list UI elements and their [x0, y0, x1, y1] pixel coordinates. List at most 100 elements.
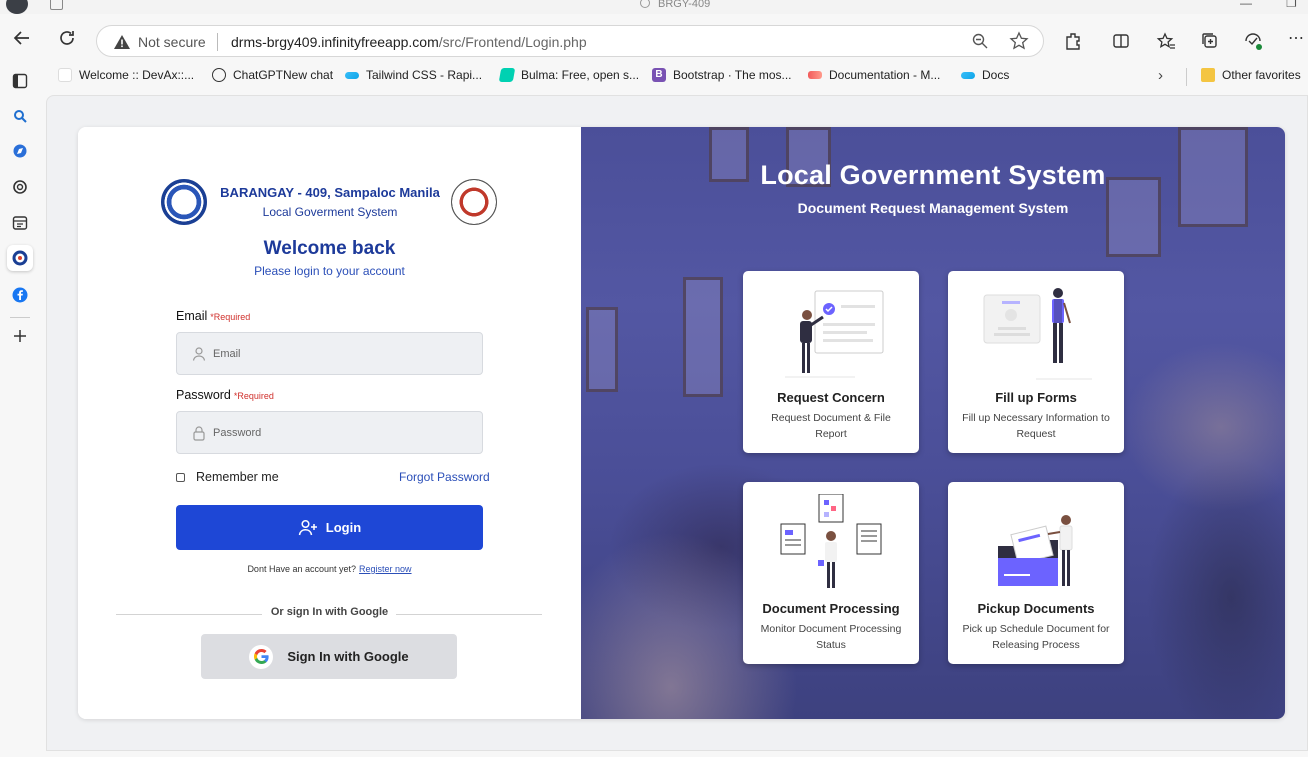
feature-description: Request Document & File Report: [771, 412, 891, 440]
refresh-button[interactable]: [53, 24, 81, 52]
facebook-icon: [12, 287, 28, 303]
google-button-label: Sign In with Google: [287, 649, 409, 664]
password-input[interactable]: [213, 412, 473, 453]
sidebar-toggle[interactable]: [7, 68, 33, 94]
zoom-icon[interactable]: [971, 32, 989, 50]
lock-icon: [193, 426, 205, 441]
system-name: Local Goverment System: [262, 205, 398, 219]
favorite-star-icon[interactable]: [1009, 31, 1029, 51]
bookmarks-overflow-chevron-icon[interactable]: ›: [1158, 67, 1163, 84]
password-required-tag: *Required: [233, 391, 274, 401]
user-icon: [192, 347, 206, 361]
google-icon: [249, 644, 274, 669]
panel-icon: [12, 73, 28, 89]
password-label: Password *Required: [176, 388, 274, 402]
login-panel: BARANGAY - 409, Sampaloc Manila Local Go…: [78, 127, 581, 719]
back-button[interactable]: [8, 24, 36, 52]
bookmark-devax[interactable]: Welcome :: DevAx::...: [58, 68, 194, 82]
chatgpt-icon: [13, 180, 27, 194]
forgot-password-link[interactable]: Forgot Password: [399, 470, 490, 484]
bookmark-documentation[interactable]: Documentation - M...: [808, 68, 940, 82]
bookmarks-separator: [1186, 68, 1187, 86]
bookmark-label: ChatGPTNew chat: [233, 68, 334, 82]
feature-description: Pick up Schedule Document for Releasing …: [962, 623, 1110, 651]
page-icon: [58, 68, 72, 82]
sidebar-chatgpt[interactable]: [7, 174, 33, 200]
hero-subtitle: Document Request Management System: [797, 200, 1069, 216]
sidebar-office[interactable]: [7, 210, 33, 236]
google-signin-button[interactable]: Sign In with Google: [201, 634, 457, 679]
wall-photo-decoration: [683, 277, 723, 397]
sidebar-site[interactable]: [7, 245, 33, 271]
docs-brand-icon: [808, 71, 822, 79]
sidebar-copilot[interactable]: [7, 138, 33, 164]
feature-fill-up-forms: Fill up Forms Fill up Necessary Informat…: [948, 271, 1124, 453]
restore-button[interactable]: ❐: [1286, 0, 1297, 10]
window-title-text: BRGY-409: [658, 0, 711, 10]
globe-icon: [640, 0, 650, 8]
feature-pickup-documents: Pickup Documents Pick up Schedule Docume…: [948, 482, 1124, 664]
url-text[interactable]: drms-brgy409.infinityfreeapp.com/src/Fro…: [231, 34, 587, 50]
minimize-button[interactable]: —: [1240, 0, 1252, 10]
feature-request-concern: Request Concern Request Document & File …: [743, 271, 919, 453]
register-link[interactable]: Register now: [359, 564, 412, 574]
bootstrap-icon: B: [652, 68, 666, 82]
password-field[interactable]: [176, 411, 483, 454]
chatgpt-icon: [212, 68, 226, 82]
warning-icon: [114, 35, 130, 49]
bookmark-label: Welcome :: DevAx::...: [79, 68, 195, 82]
feature-description: Monitor Document Processing Status: [760, 623, 902, 651]
barangay-name: BARANGAY - 409, Sampaloc Manila: [220, 185, 440, 200]
manila-city-seal-logo: [451, 179, 497, 225]
collections-icon[interactable]: [1200, 31, 1220, 51]
profile-avatar[interactable]: [6, 0, 28, 14]
sidebar-facebook[interactable]: [7, 282, 33, 308]
email-label: Email *Required: [176, 309, 250, 323]
window-bottom-edge: [0, 751, 1308, 757]
bookmark-tailwind[interactable]: Tailwind CSS - Rapi...: [345, 68, 482, 82]
tailwind-icon: [345, 71, 359, 79]
pickup-documents-illustration-icon: [998, 515, 1073, 586]
edge-sidebar: [0, 64, 40, 757]
favorites-icon[interactable]: [1156, 31, 1176, 51]
no-account-text: Dont Have an account yet?: [247, 564, 357, 574]
email-input[interactable]: [213, 333, 473, 374]
tab-actions-icon[interactable]: [50, 0, 63, 10]
bookmark-bootstrap[interactable]: B Bootstrap · The mos...: [652, 68, 792, 82]
email-field[interactable]: [176, 332, 483, 375]
feature-title: Pickup Documents: [977, 601, 1095, 616]
hero-title: Local Government System: [760, 160, 1106, 190]
bookmarks-bar: Welcome :: DevAx::... ChatGPTNew chat Ta…: [46, 64, 1308, 90]
login-button[interactable]: Login: [176, 505, 483, 550]
bookmark-docs[interactable]: Docs: [961, 68, 1009, 82]
feature-title: Fill up Forms: [995, 390, 1077, 405]
security-label[interactable]: Not secure: [138, 34, 206, 50]
bookmark-chatgpt[interactable]: ChatGPTNew chat: [212, 68, 333, 82]
extensions-icon[interactable]: [1063, 31, 1083, 51]
bookmark-label: Docs: [982, 68, 1010, 82]
address-bar[interactable]: Not secure drms-brgy409.infinityfreeapp.…: [96, 25, 1044, 57]
fill-up-forms-illustration-icon: [983, 288, 1092, 380]
user-plus-icon: [298, 519, 317, 535]
more-options-icon[interactable]: ⋯: [1288, 28, 1308, 48]
address-separator: [217, 33, 218, 51]
email-required-tag: *Required: [210, 312, 251, 322]
folder-icon: [1201, 68, 1215, 82]
performance-icon[interactable]: [1243, 31, 1263, 51]
bookmark-label: Tailwind CSS - Rapi...: [366, 68, 483, 82]
sidebar-add[interactable]: [7, 323, 33, 349]
feature-title: Request Concern: [777, 390, 885, 405]
remember-me-checkbox[interactable]: [176, 472, 185, 482]
split-screen-icon[interactable]: [1111, 31, 1131, 51]
sidebar-search[interactable]: [7, 103, 33, 129]
tailwind-icon: [961, 71, 975, 79]
other-favorites[interactable]: Other favorites: [1201, 68, 1301, 82]
bulma-icon: [498, 68, 516, 82]
bookmark-bulma[interactable]: Bulma: Free, open s...: [498, 68, 639, 82]
search-icon: [14, 110, 27, 123]
remember-me[interactable]: Remember me: [176, 470, 279, 484]
url-path: /src/Frontend/Login.php: [438, 34, 587, 50]
password-label-text: Password: [176, 388, 231, 402]
barangay-seal-icon: [12, 250, 28, 266]
browser-navbar: Not secure drms-brgy409.infinityfreeapp.…: [0, 14, 1308, 64]
